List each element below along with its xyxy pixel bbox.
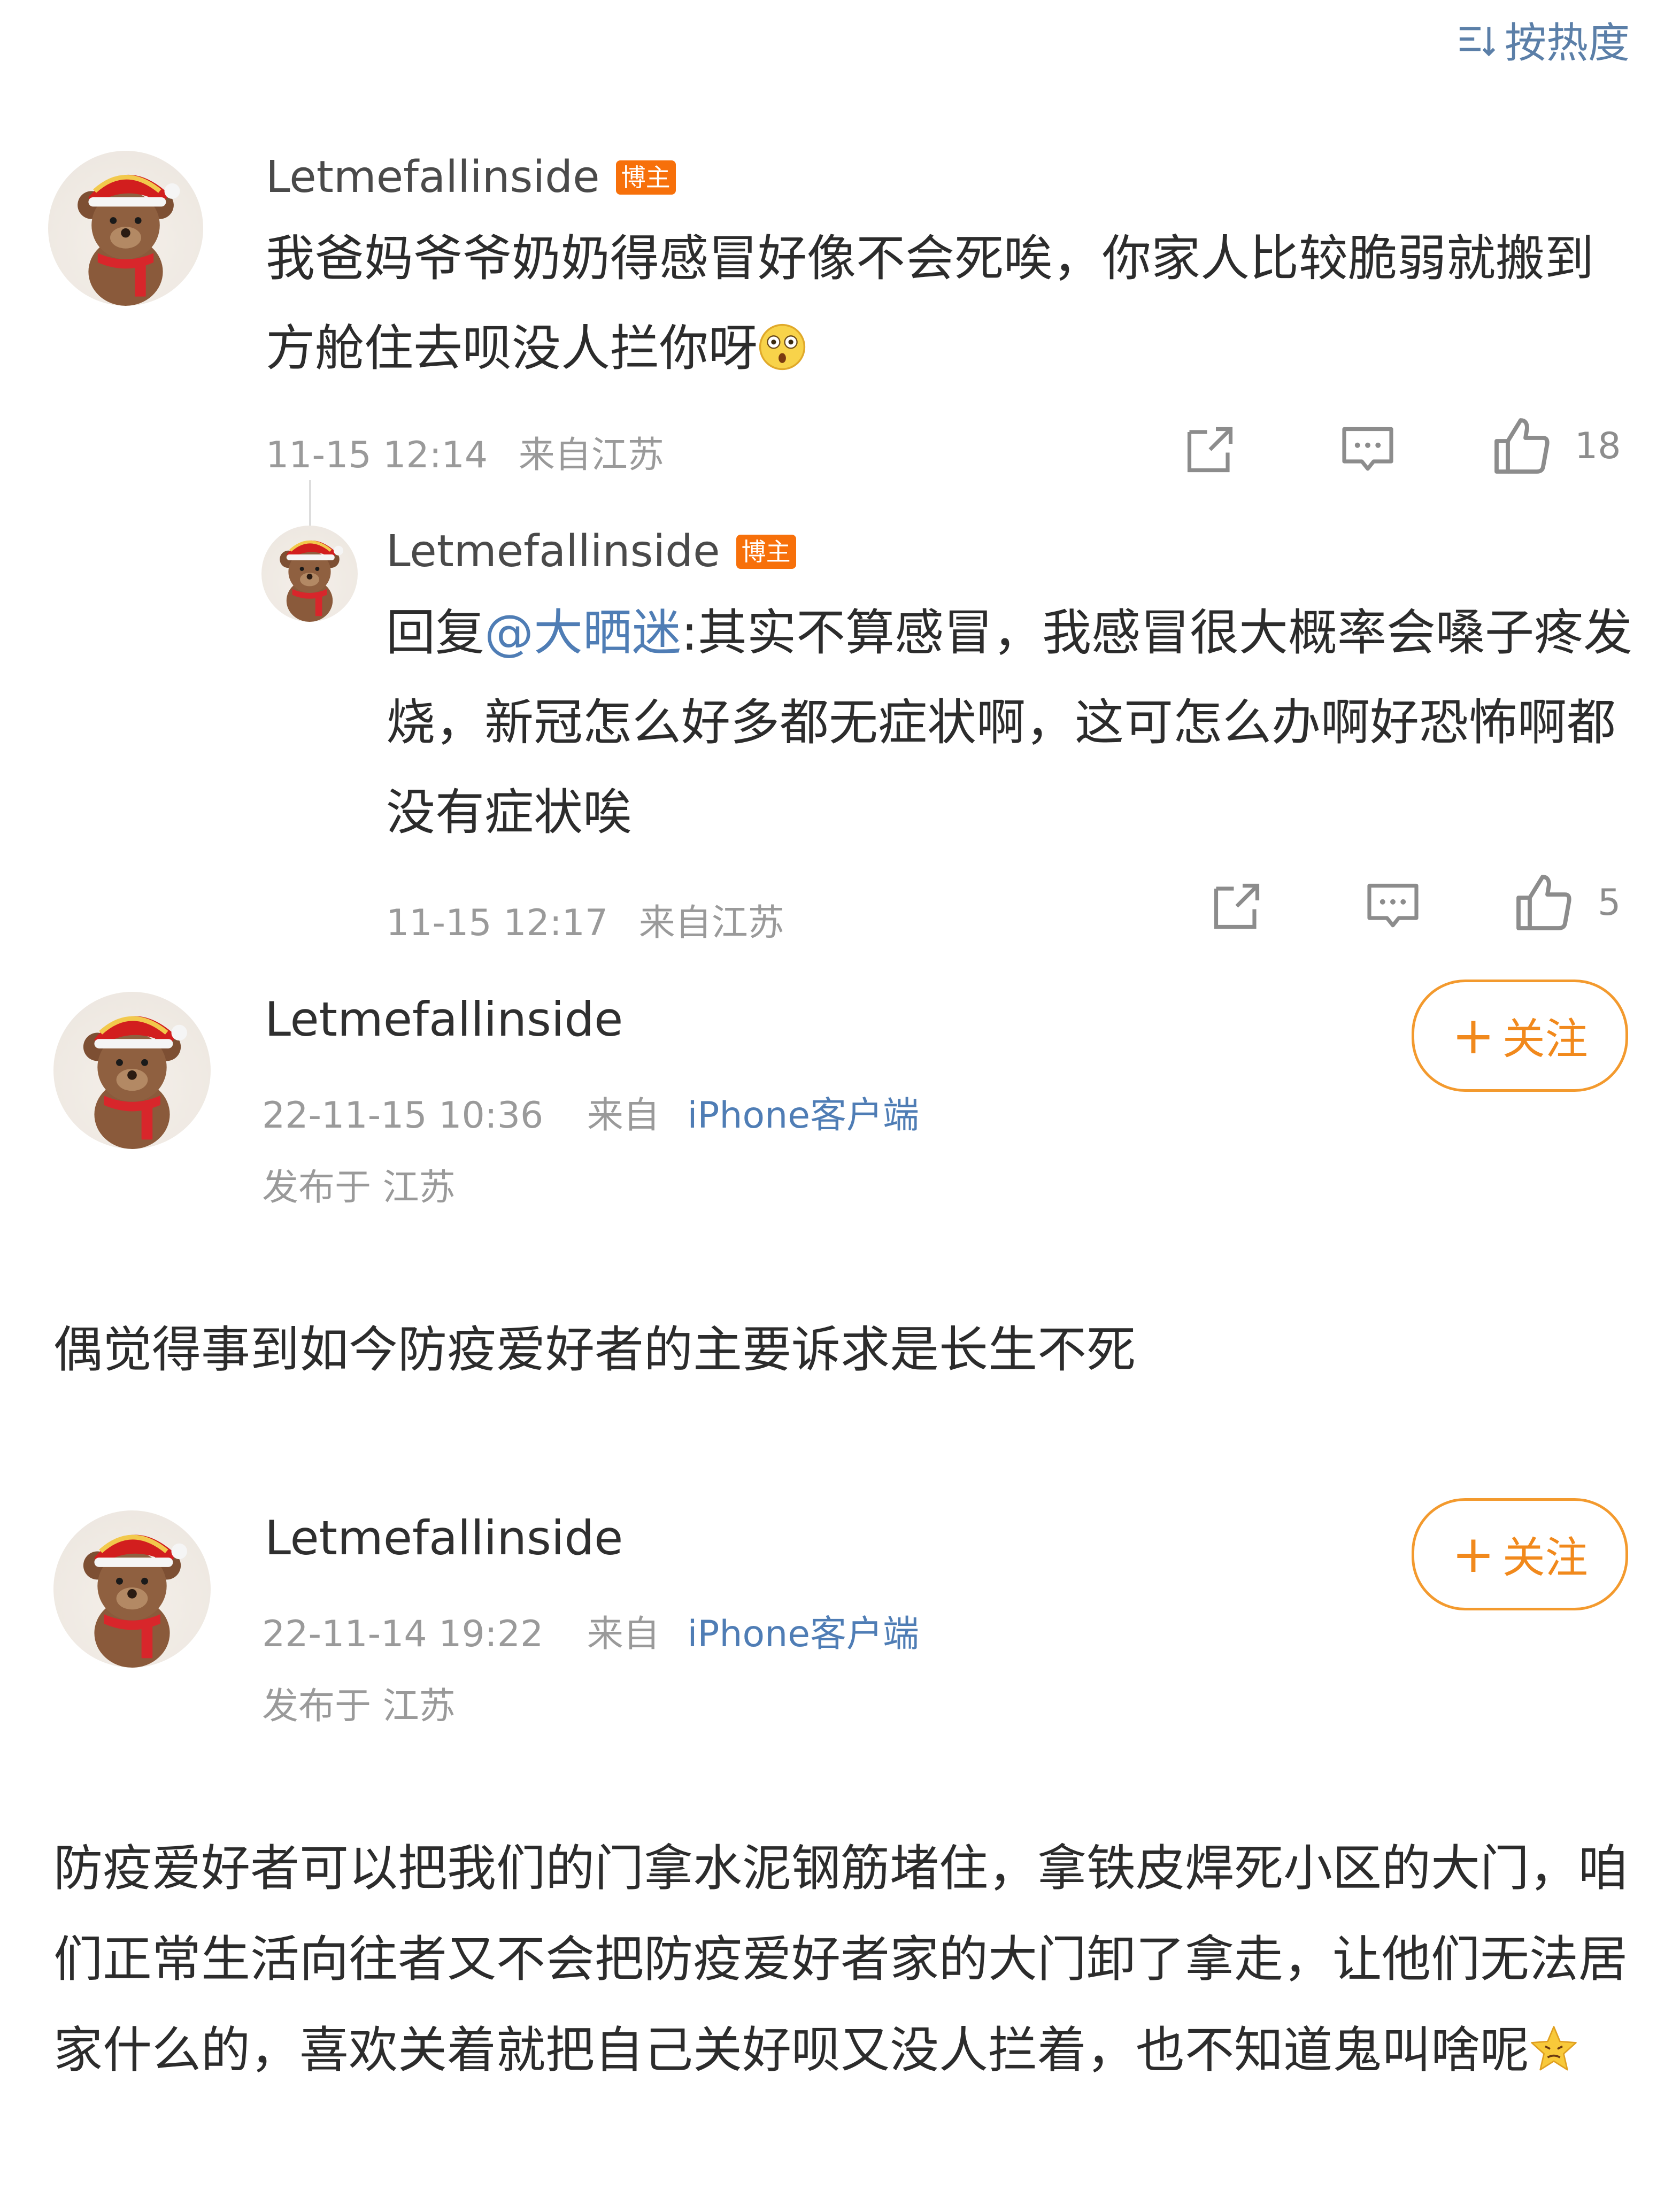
bear-avatar-image [83, 1016, 187, 1149]
post-time: 22-11-14 19:22 [262, 1613, 544, 1655]
reply-body: 回复@大晒迷:其实不算感冒，我感冒很大概率会嗓子疼发烧，新冠怎么好多都无症状啊，… [386, 588, 1637, 858]
comment-username[interactable]: Letmefallinside [266, 152, 600, 203]
post-location: 发布于 江苏 [262, 1167, 456, 1209]
share-button[interactable] [1181, 420, 1239, 479]
post-from: 来自 [587, 1094, 660, 1137]
follow-label: 关注 [1502, 1014, 1588, 1064]
post-client: iPhone客户端 [687, 1613, 920, 1655]
comment-icon [1342, 427, 1393, 471]
follow-button[interactable]: + 关注 [1412, 980, 1628, 1092]
share-button[interactable] [1207, 877, 1266, 936]
angry-star-emoji-icon [1531, 2026, 1577, 2071]
comment-time: 11-15 12:14 [266, 434, 488, 476]
author-badge: 博主 [736, 534, 796, 569]
share-icon [1187, 427, 1233, 473]
follow-label: 关注 [1502, 1533, 1588, 1583]
share-icon [1214, 883, 1260, 929]
author-badge: 博主 [615, 160, 676, 195]
post-username[interactable]: Letmefallinside [265, 992, 623, 1047]
comment-body: 我爸妈爷爷奶奶得感冒好像不会死唉，你家人比较脆弱就搬到方舱住去呗没人拦你呀 [266, 214, 1635, 394]
post-body: 偶觉得事到如今防疫爱好者的主要诉求是长生不死 [53, 1321, 1136, 1378]
sort-label: 按热度 [1504, 19, 1630, 67]
like-count: 18 [1575, 425, 1621, 467]
reply-time: 11-15 12:17 [386, 902, 608, 944]
post-from: 来自 [587, 1613, 660, 1655]
post-time: 22-11-15 10:36 [262, 1094, 544, 1137]
avatar[interactable] [261, 526, 358, 622]
avatar[interactable] [48, 151, 203, 306]
avatar[interactable] [53, 1510, 211, 1668]
mention-link[interactable]: @大晒迷 [484, 604, 681, 661]
post-client: iPhone客户端 [687, 1094, 920, 1137]
comment-icon [1367, 883, 1419, 928]
like-count: 5 [1598, 881, 1621, 924]
post-location: 发布于 江苏 [262, 1685, 456, 1728]
flushed-face-emoji-icon [759, 323, 806, 371]
bear-avatar-image [78, 174, 180, 306]
sort-by-hot-button[interactable]: 按热度 [1458, 10, 1630, 70]
thread-connector [309, 480, 311, 529]
plus-icon: + [1452, 1006, 1495, 1066]
avatar[interactable] [53, 992, 211, 1149]
sort-icon [1459, 27, 1496, 57]
thumbs-up-icon [1516, 875, 1571, 930]
reply-location: 来自江苏 [638, 902, 784, 944]
comment-location: 来自江苏 [518, 434, 664, 476]
bear-avatar-image [280, 540, 343, 622]
reply-prefix: 回复 [386, 604, 485, 661]
follow-button[interactable]: + 关注 [1412, 1498, 1628, 1610]
like-button[interactable]: 18 [1490, 414, 1621, 478]
like-button[interactable]: 5 [1512, 870, 1621, 935]
thumbs-up-icon [1494, 418, 1550, 474]
bear-avatar-image [83, 1534, 187, 1668]
post-username[interactable]: Letmefallinside [265, 1510, 623, 1566]
post-text: 防疫爱好者可以把我们的门拿水泥钢筋堵住，拿铁皮焊死小区的大门，咱们正常生活向往者… [53, 1840, 1628, 2079]
comment-button[interactable] [1363, 877, 1422, 936]
comment-button[interactable] [1338, 420, 1397, 479]
post-body: 防疫爱好者可以把我们的门拿水泥钢筋堵住，拿铁皮焊死小区的大门，咱们正常生活向往者… [53, 1823, 1636, 2096]
comment-text: 我爸妈爷爷奶奶得感冒好像不会死唉，你家人比较脆弱就搬到方舱住去呗没人拦你呀 [266, 230, 1594, 377]
plus-icon: + [1452, 1524, 1495, 1584]
reply-username[interactable]: Letmefallinside [386, 526, 720, 577]
